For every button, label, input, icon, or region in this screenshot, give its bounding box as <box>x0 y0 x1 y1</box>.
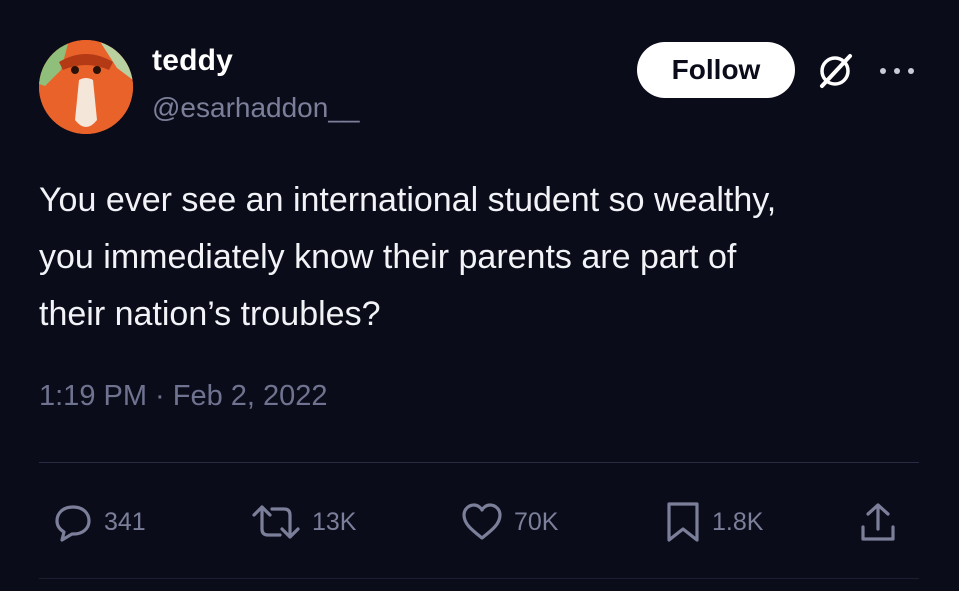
bookmark-icon <box>667 502 699 542</box>
like-button[interactable]: 70K <box>460 500 558 544</box>
avatar-image <box>39 40 133 134</box>
like-count: 70K <box>514 507 559 536</box>
avatar[interactable] <box>39 40 133 134</box>
retweet-icon <box>252 505 300 539</box>
more-icon[interactable] <box>877 64 917 78</box>
author-name[interactable]: teddy <box>152 44 233 78</box>
bookmark-button[interactable]: 1.8K <box>664 500 763 544</box>
divider <box>39 462 919 463</box>
retweet-button[interactable]: 13K <box>250 500 356 544</box>
like-icon <box>462 503 502 540</box>
divider <box>39 578 919 579</box>
follow-button[interactable]: Follow <box>637 42 795 98</box>
share-icon <box>861 503 895 541</box>
tweet-card: teddy @esarhaddon__ Follow You ever see … <box>0 0 959 591</box>
grok-icon[interactable] <box>814 50 856 92</box>
tweet-text: You ever see an international student so… <box>39 181 777 333</box>
share-button[interactable] <box>858 500 898 544</box>
reply-count: 341 <box>104 507 146 536</box>
reply-button[interactable]: 341 <box>52 500 146 544</box>
tweet-timestamp[interactable]: 1:19 PM · Feb 2, 2022 <box>39 380 328 413</box>
author-handle[interactable]: @esarhaddon__ <box>152 92 359 124</box>
bookmark-count: 1.8K <box>712 507 764 536</box>
reply-icon <box>55 505 91 542</box>
retweet-count: 13K <box>312 507 357 536</box>
